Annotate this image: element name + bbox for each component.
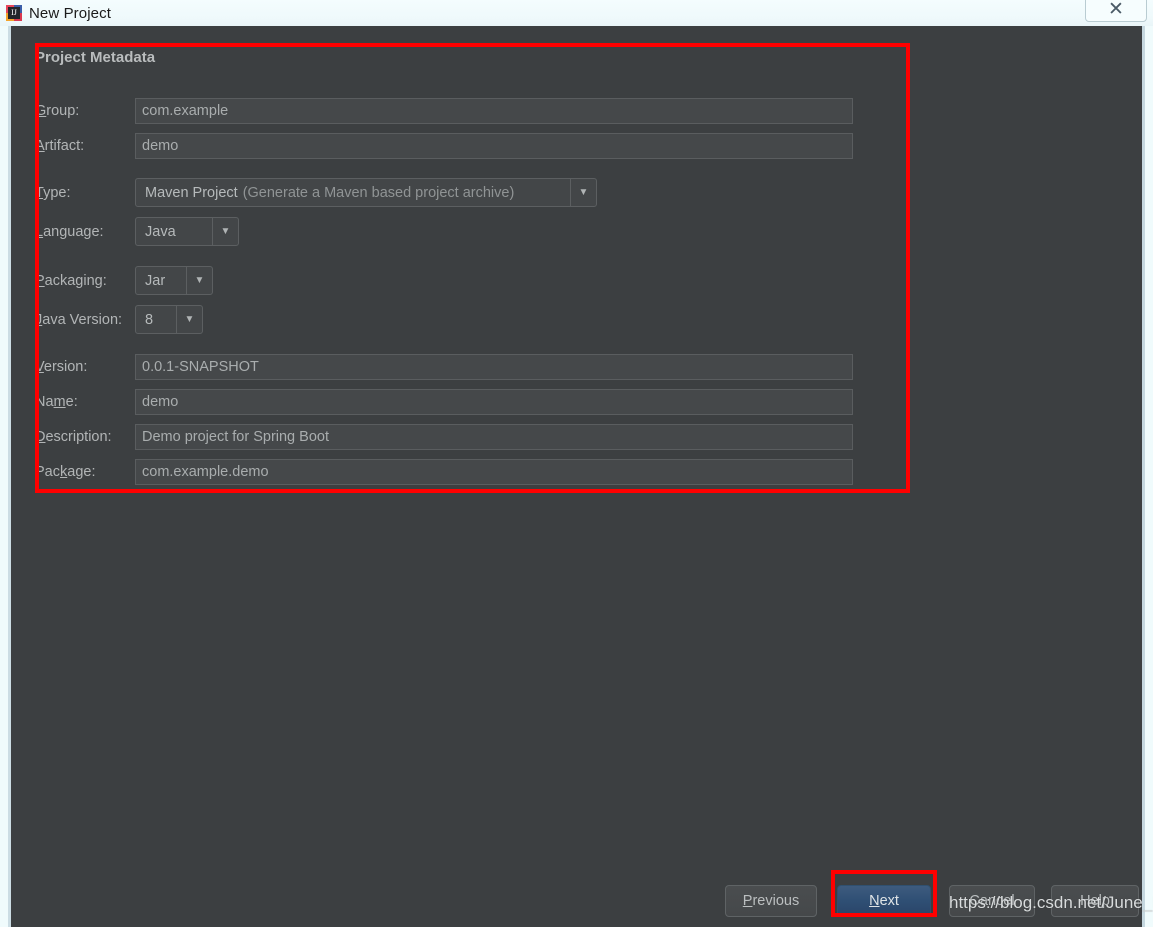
close-button[interactable]: ✕ — [1085, 0, 1147, 22]
form-row-packaging: Packaging: Jar ▼ — [35, 266, 213, 295]
label-package: Package: — [35, 464, 96, 480]
type-value-main: Maven Project — [145, 184, 238, 201]
watermark-text: https://blog.csdn.net/June_D — [949, 893, 1153, 912]
label-group: Group: — [35, 103, 80, 119]
project-metadata-panel: Project Metadata Group: com.example Arti… — [11, 26, 911, 506]
window-title: New Project — [29, 4, 111, 22]
type-dropdown-value: Maven Project (Generate a Maven based pr… — [136, 179, 570, 206]
new-project-dialog: Project Metadata Group: com.example Arti… — [8, 26, 1153, 927]
chevron-down-icon[interactable]: ▼ — [212, 218, 238, 245]
label-name: Name: — [35, 394, 78, 410]
page-title: Project Metadata — [35, 49, 156, 66]
description-input[interactable]: Demo project for Spring Boot — [135, 424, 853, 450]
language-dropdown[interactable]: Java ▼ — [135, 217, 239, 246]
name-input[interactable]: demo — [135, 389, 853, 415]
label-description: Description: — [35, 429, 112, 445]
java-version-dropdown[interactable]: 8 ▼ — [135, 305, 203, 334]
chevron-down-icon[interactable]: ▼ — [570, 179, 596, 206]
language-dropdown-value: Java — [145, 223, 176, 240]
label-language: Language: — [35, 223, 104, 240]
chevron-down-icon[interactable]: ▼ — [176, 306, 202, 333]
form-row-name: Name: demo — [35, 389, 853, 415]
window-titlebar: IJ New Project — [0, 0, 1153, 26]
type-dropdown[interactable]: Maven Project (Generate a Maven based pr… — [135, 178, 597, 207]
form-row-group: Group: com.example — [35, 98, 853, 124]
dialog-content: Project Metadata Group: com.example Arti… — [11, 26, 1153, 927]
group-input[interactable]: com.example — [135, 98, 853, 124]
dialog-button-bar: Previous Next Cancel Help https://blog.c… — [11, 863, 1153, 927]
package-input[interactable]: com.example.demo — [135, 459, 853, 485]
label-artifact: Artifact: — [35, 138, 85, 154]
packaging-dropdown[interactable]: Jar ▼ — [135, 266, 213, 295]
close-icon: ✕ — [1108, 0, 1124, 20]
previous-button[interactable]: Previous — [725, 885, 817, 917]
label-type: Type: — [35, 184, 71, 201]
intellij-idea-icon: IJ — [6, 5, 22, 21]
packaging-dropdown-value: Jar — [145, 272, 166, 289]
form-row-artifact: Artifact: demo — [35, 133, 853, 159]
label-packaging: Packaging: — [35, 272, 107, 289]
label-version: Version: — [35, 359, 88, 375]
version-input[interactable]: 0.0.1-SNAPSHOT — [135, 354, 853, 380]
form-row-java-version: Java Version: 8 ▼ — [35, 305, 203, 334]
form-row-package: Package: com.example.demo — [35, 459, 853, 485]
form-row-description: Description: Demo project for Spring Boo… — [35, 424, 853, 450]
artifact-input[interactable]: demo — [135, 133, 853, 159]
form-row-language: Language: Java ▼ — [35, 217, 239, 246]
form-row-type: Type: Maven Project (Generate a Maven ba… — [35, 178, 597, 207]
form-row-version: Version: 0.0.1-SNAPSHOT — [35, 354, 853, 380]
next-button-label: Next — [869, 893, 899, 909]
next-button[interactable]: Next — [837, 885, 931, 917]
type-value-hint: (Generate a Maven based project archive) — [242, 184, 515, 201]
java-version-dropdown-value: 8 — [145, 311, 154, 328]
label-java-version: Java Version: — [35, 311, 123, 328]
previous-button-label: Previous — [742, 893, 800, 909]
chevron-down-icon[interactable]: ▼ — [186, 267, 212, 294]
app-icon-glyph: IJ — [8, 7, 20, 19]
